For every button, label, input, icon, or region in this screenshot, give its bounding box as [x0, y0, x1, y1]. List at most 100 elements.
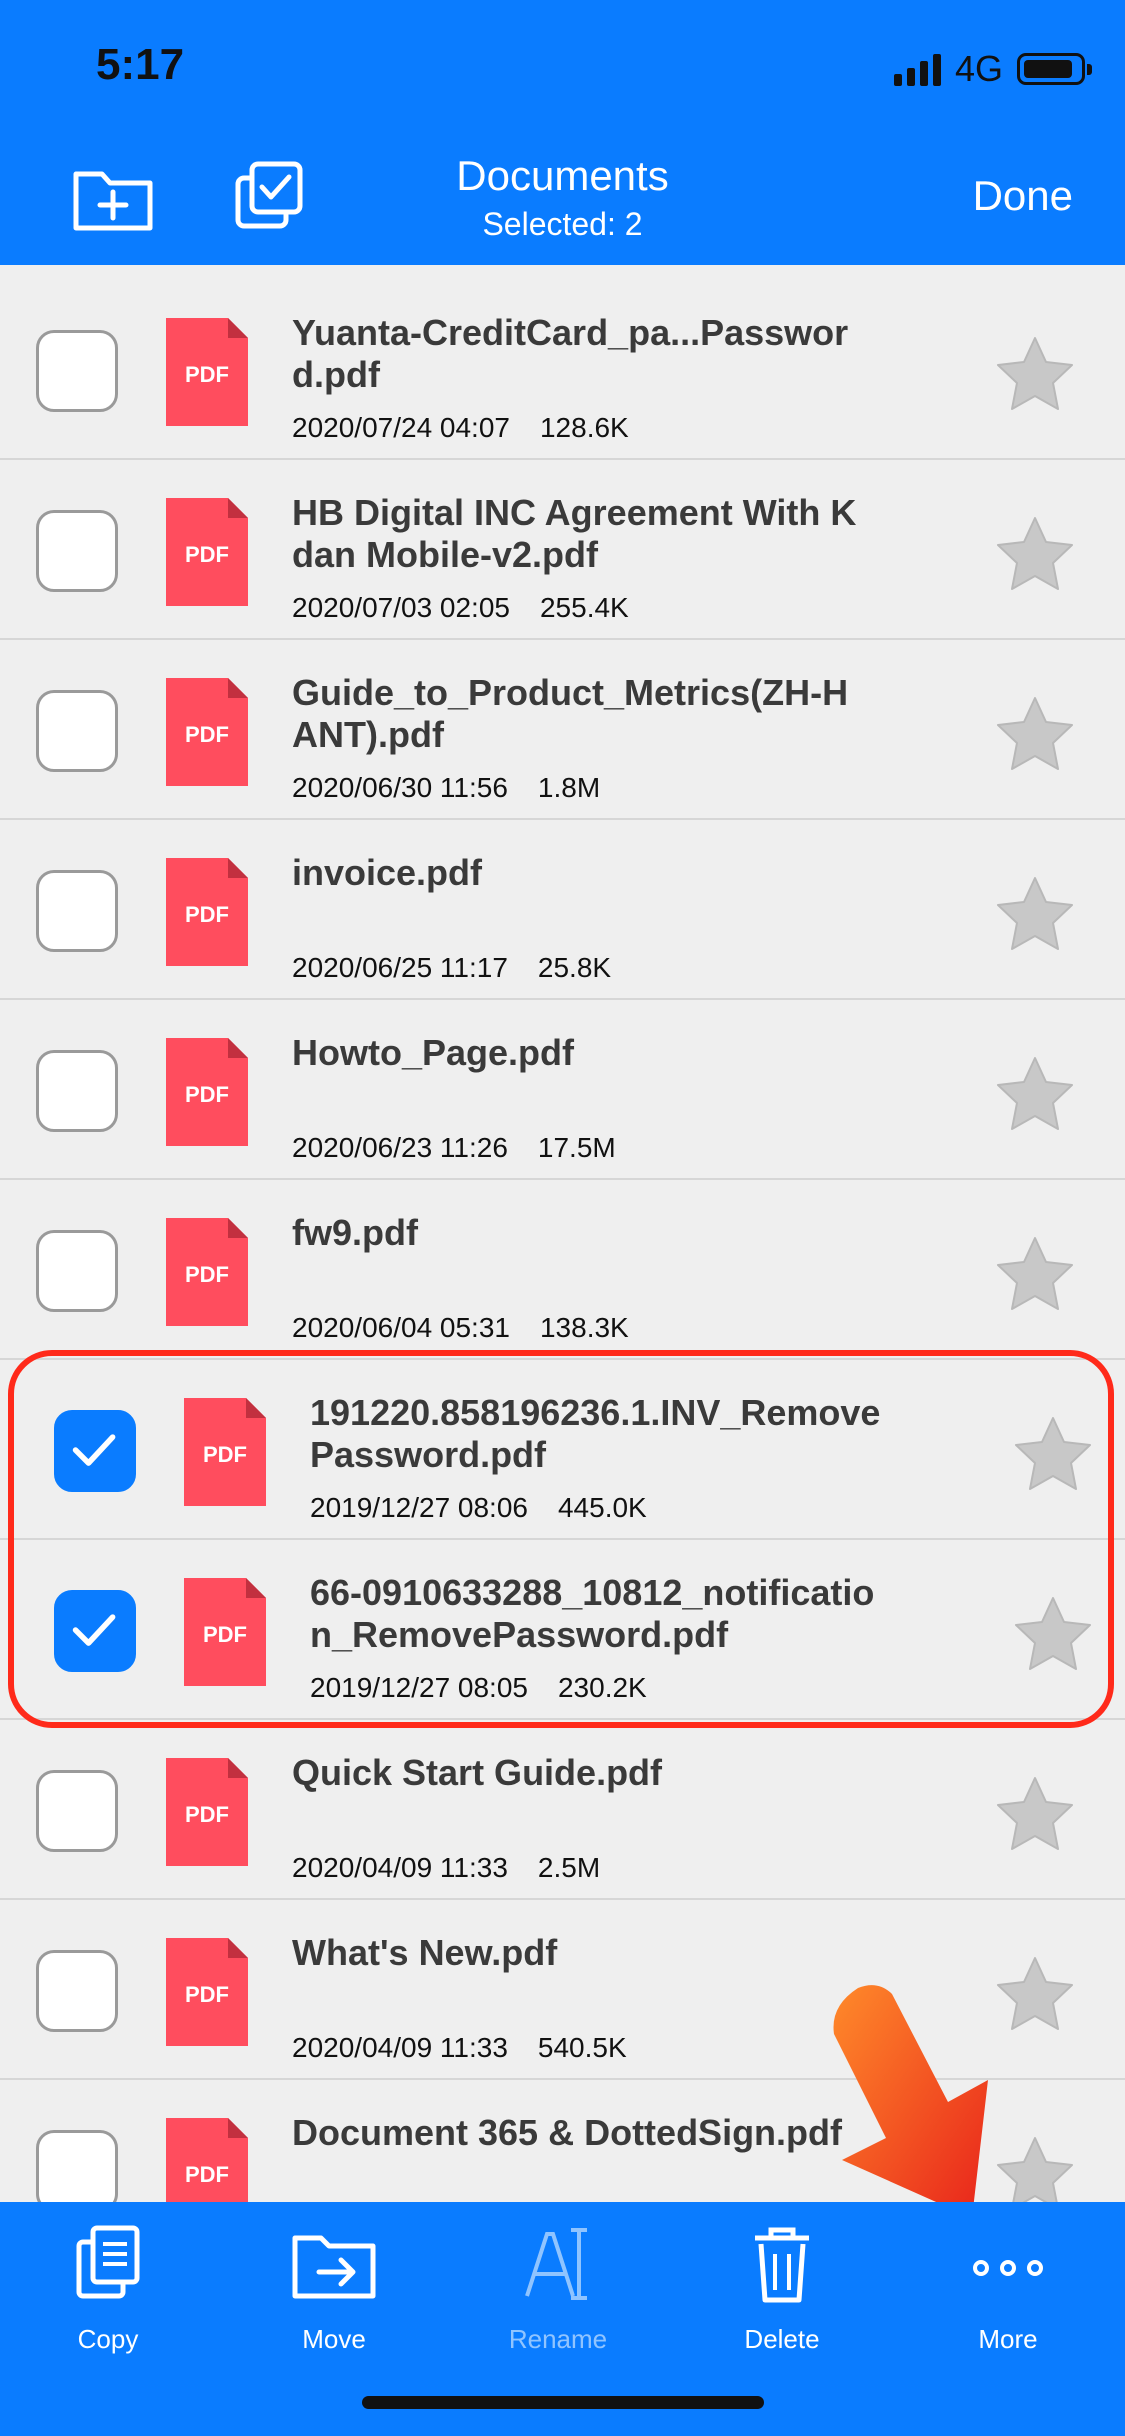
page-title: Documents — [456, 152, 669, 199]
file-meta: 2020/06/25 11:17 25.8K — [292, 952, 611, 984]
file-name: Howto_Page.pdf — [292, 1032, 575, 1073]
checkbox-checked[interactable] — [54, 1410, 136, 1492]
selection-count: Selected: 2 — [482, 206, 643, 242]
favorite-star-icon[interactable] — [995, 1236, 1075, 1312]
file-meta: 2020/07/03 02:05 255.4K — [292, 592, 629, 624]
file-meta: 2019/12/27 08:05 230.2K — [310, 1672, 647, 1704]
favorite-star-icon[interactable] — [995, 696, 1075, 772]
battery-icon — [1017, 53, 1092, 85]
file-meta: 2020/06/04 05:31 138.3K — [292, 1312, 629, 1344]
file-meta: 2020/07/24 04:07 128.6K — [292, 412, 629, 444]
pdf-file-icon: PDF — [166, 1218, 248, 1326]
checkbox[interactable] — [36, 510, 118, 592]
file-name: 191220.858196236.1.INV_RemovePassword.pd… — [310, 1392, 881, 1475]
done-button[interactable]: Done — [973, 172, 1073, 220]
pdf-badge-label: PDF — [203, 1442, 247, 1467]
more-label: More — [978, 2324, 1038, 2354]
file-date: 2020/06/25 11:17 — [292, 952, 508, 983]
checkbox[interactable] — [36, 330, 118, 412]
file-date: 2019/12/27 08:06 — [310, 1492, 528, 1523]
file-meta: 2020/06/30 11:56 1.8M — [292, 772, 600, 804]
rename-button[interactable]: Rename — [468, 2222, 648, 2362]
file-date: 2020/07/03 02:05 — [292, 592, 510, 623]
pdf-file-icon: PDF — [166, 1758, 248, 1866]
pdf-badge-label: PDF — [185, 902, 229, 927]
favorite-star-icon[interactable] — [995, 876, 1075, 952]
file-size: 540.5K — [537, 2032, 627, 2063]
rename-label: Rename — [508, 2324, 608, 2354]
file-size: 1.8M — [537, 772, 601, 803]
file-size: 445.0K — [557, 1492, 647, 1523]
file-date: 2019/12/27 08:05 — [310, 1672, 528, 1703]
checkbox[interactable] — [36, 1230, 118, 1312]
delete-button[interactable]: Delete — [692, 2222, 872, 2362]
file-row[interactable]: PDF invoice.pdf 2020/06/25 11:17 25.8K — [0, 820, 1125, 1000]
copy-icon — [76, 2225, 140, 2299]
file-row[interactable]: PDF Quick Start Guide.pdf 2020/04/09 11:33… — [0, 1720, 1125, 1900]
file-name: Yuanta-CreditCard_pa...Password.pdf — [292, 312, 849, 395]
checkbox[interactable] — [36, 2130, 118, 2202]
pdf-file-icon: PDF — [166, 1938, 248, 2046]
file-name: Document 365 & DottedSign.pdf — [292, 2112, 843, 2153]
pdf-file-icon: PDF — [166, 2118, 248, 2202]
checkbox[interactable] — [36, 690, 118, 772]
checkmark-icon — [72, 1614, 116, 1646]
file-meta: 2020/04/09 11:33 2.5M — [292, 1852, 600, 1884]
move-button[interactable]: Move — [244, 2222, 424, 2362]
home-indicator[interactable] — [362, 2396, 764, 2409]
pdf-file-icon: PDF — [166, 858, 248, 966]
file-name: 66-0910633288_10812_notification_RemoveP… — [310, 1572, 875, 1655]
file-size: 17.5M — [537, 1132, 616, 1163]
file-meta: 2019/12/27 08:06 445.0K — [310, 1492, 647, 1524]
network-label: 4G — [954, 48, 1003, 89]
file-size: 255.4K — [539, 592, 629, 623]
pdf-badge-label: PDF — [185, 1082, 229, 1107]
file-row[interactable]: PDF 66-0910633288_10812_notification_Remo… — [0, 1540, 1125, 1720]
checkbox[interactable] — [36, 1050, 118, 1132]
pdf-badge-label: PDF — [185, 362, 229, 387]
file-row[interactable]: PDF Howto_Page.pdf 2020/06/23 11:26 17.5M — [0, 1000, 1125, 1180]
file-row[interactable]: PDF fw9.pdf 2020/06/04 05:31 138.3K — [0, 1180, 1125, 1360]
file-size: 25.8K — [537, 952, 612, 983]
pdf-badge-label: PDF — [185, 1982, 229, 2007]
checkbox[interactable] — [36, 870, 118, 952]
file-date: 2020/04/09 11:33 — [292, 2032, 508, 2063]
file-name: HB Digital INC Agreement With Kdan Mobil… — [292, 492, 857, 575]
file-date: 2020/06/04 05:31 — [292, 1312, 510, 1343]
favorite-star-icon[interactable] — [995, 336, 1075, 412]
checkmark-icon — [72, 1434, 116, 1466]
checkbox[interactable] — [36, 1950, 118, 2032]
checkbox-checked[interactable] — [54, 1590, 136, 1672]
file-list: PDF Yuanta-CreditCard_pa...Password.pdf 20… — [0, 278, 1125, 2202]
file-size: 2.5M — [537, 1852, 601, 1883]
file-row[interactable]: PDF HB Digital INC Agreement With Kdan Mo… — [0, 460, 1125, 640]
file-row[interactable]: PDF Yuanta-CreditCard_pa...Password.pdf 20… — [0, 280, 1125, 460]
move-label: Move — [302, 2324, 366, 2354]
favorite-star-icon[interactable] — [1013, 1416, 1093, 1492]
pdf-badge-label: PDF — [185, 1802, 229, 1827]
checkbox[interactable] — [36, 1770, 118, 1852]
copy-label: Copy — [77, 2324, 139, 2354]
file-name: What's New.pdf — [292, 1932, 558, 1973]
file-row[interactable]: PDF 191220.858196236.1.INV_RemovePassword… — [0, 1360, 1125, 1540]
pdf-file-icon: PDF — [184, 1578, 266, 1686]
pdf-file-icon: PDF — [184, 1398, 266, 1506]
copy-button[interactable]: Copy — [18, 2222, 198, 2362]
file-name: fw9.pdf — [292, 1212, 418, 1253]
file-row[interactable]: PDF Guide_to_Product_Metrics(ZH-HANT).pdf… — [0, 640, 1125, 820]
file-meta: 2020/04/09 11:33 540.5K — [292, 2032, 627, 2064]
favorite-star-icon[interactable] — [995, 1776, 1075, 1852]
pdf-file-icon: PDF — [166, 498, 248, 606]
signal-icon — [893, 52, 941, 86]
status-indicators: 4G — [893, 48, 1092, 90]
file-date: 2020/06/23 11:26 — [292, 1132, 508, 1163]
delete-label: Delete — [744, 2324, 820, 2354]
file-date: 2020/06/30 11:56 — [292, 772, 508, 803]
more-button[interactable]: More — [918, 2222, 1098, 2362]
favorite-star-icon[interactable] — [995, 516, 1075, 592]
pdf-file-icon: PDF — [166, 1038, 248, 1146]
favorite-star-icon[interactable] — [995, 1056, 1075, 1132]
favorite-star-icon[interactable] — [1013, 1596, 1093, 1672]
file-name: Quick Start Guide.pdf — [292, 1752, 663, 1793]
more-icon — [973, 2260, 1043, 2276]
